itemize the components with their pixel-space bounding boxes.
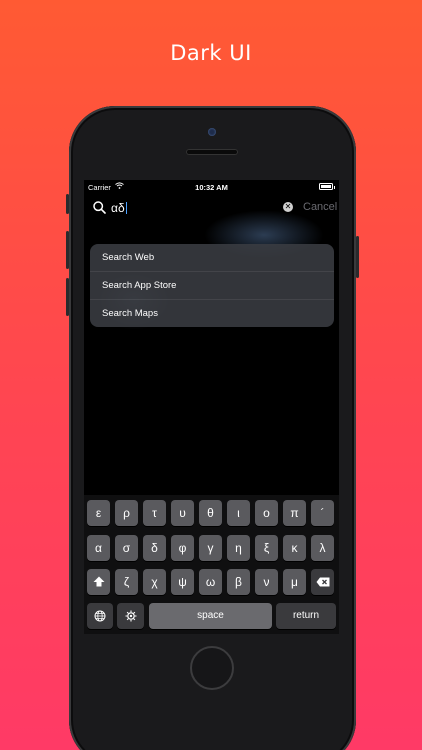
screen: Carrier 10:32 AM αδ ✕ Cancel Search Web … <box>84 180 339 634</box>
clear-icon[interactable]: ✕ <box>283 202 293 212</box>
keyboard: ε ρ τ υ θ ι ο π ´ α σ δ φ γ η ξ κ λ ζ χ … <box>84 495 339 634</box>
search-icon <box>93 201 106 219</box>
key[interactable]: ´ <box>311 500 334 526</box>
earpiece-speaker <box>186 149 238 155</box>
space-key[interactable]: space <box>149 603 272 629</box>
volume-down-button <box>66 278 69 316</box>
key[interactable]: ν <box>255 569 278 595</box>
suggestion-search-app-store[interactable]: Search App Store <box>90 272 334 299</box>
search-bar[interactable]: αδ ✕ Cancel <box>84 196 339 222</box>
suggestions-panel: Search Web Search App Store Search Maps <box>90 244 334 327</box>
delete-icon[interactable] <box>311 569 334 595</box>
key[interactable]: δ <box>143 535 166 561</box>
key[interactable]: ρ <box>115 500 138 526</box>
battery-icon <box>319 183 335 190</box>
key[interactable]: κ <box>283 535 306 561</box>
key[interactable]: ψ <box>171 569 194 595</box>
suggestion-search-web[interactable]: Search Web <box>90 244 334 271</box>
headline: Dark UI <box>170 41 252 65</box>
power-button <box>356 236 359 278</box>
key[interactable]: σ <box>115 535 138 561</box>
key[interactable]: ω <box>199 569 222 595</box>
key[interactable]: χ <box>143 569 166 595</box>
key[interactable]: θ <box>199 500 222 526</box>
key[interactable]: γ <box>199 535 222 561</box>
status-bar: Carrier 10:32 AM <box>84 180 339 194</box>
key[interactable]: τ <box>143 500 166 526</box>
key[interactable]: ι <box>227 500 250 526</box>
key[interactable]: λ <box>311 535 334 561</box>
return-key[interactable]: return <box>276 603 336 629</box>
volume-up-button <box>66 231 69 269</box>
key[interactable]: π <box>283 500 306 526</box>
key[interactable]: β <box>227 569 250 595</box>
front-camera <box>208 128 216 136</box>
home-button[interactable] <box>190 646 234 690</box>
key[interactable]: η <box>227 535 250 561</box>
cancel-button[interactable]: Cancel <box>303 201 337 213</box>
key[interactable]: μ <box>283 569 306 595</box>
search-input[interactable]: αδ <box>111 201 127 215</box>
key[interactable]: ζ <box>115 569 138 595</box>
text-cursor <box>125 202 127 214</box>
gear-icon[interactable] <box>117 603 144 629</box>
key[interactable]: ε <box>87 500 110 526</box>
key[interactable]: ο <box>255 500 278 526</box>
key[interactable]: ξ <box>255 535 278 561</box>
key[interactable]: α <box>87 535 110 561</box>
suggestion-search-maps[interactable]: Search Maps <box>90 300 334 327</box>
globe-icon[interactable] <box>87 603 113 629</box>
key[interactable]: υ <box>171 500 194 526</box>
status-time: 10:32 AM <box>195 183 228 192</box>
mute-switch <box>66 194 69 214</box>
shift-icon[interactable] <box>87 569 110 595</box>
key[interactable]: φ <box>171 535 194 561</box>
